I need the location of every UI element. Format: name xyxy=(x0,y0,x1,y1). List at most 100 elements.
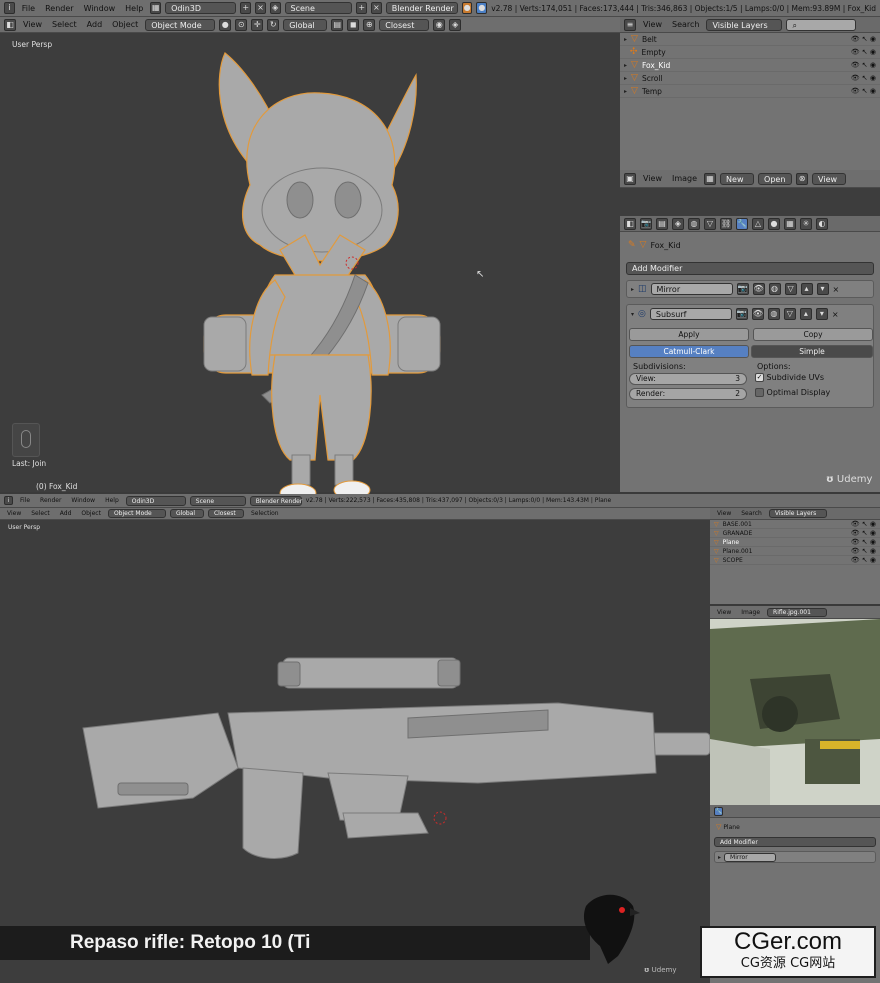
expand-icon[interactable]: ▸ xyxy=(718,854,721,861)
top-3d-viewport[interactable]: ◧ View Select Add Object Object Mode ● ⊙… xyxy=(0,17,620,503)
orientation-selector[interactable]: Global xyxy=(283,18,328,31)
menu-render[interactable]: Render xyxy=(42,4,76,13)
properties-editor-icon[interactable]: ◧ xyxy=(624,217,636,230)
texture-tab-icon[interactable]: ▦ xyxy=(784,217,796,230)
snap-icon[interactable]: ⊕ xyxy=(363,18,376,31)
particles-tab-icon[interactable]: ✳ xyxy=(800,217,812,230)
render-toggle-icon[interactable]: 📷 xyxy=(736,283,749,295)
menu-window[interactable]: Window xyxy=(81,4,119,13)
outliner-item-scroll[interactable]: ▸ ▽ Scroll 👁 ↖ ◉ xyxy=(620,72,880,85)
layers-tab-icon[interactable]: ▤ xyxy=(656,217,668,230)
outliner-search-input[interactable]: ⌕ xyxy=(786,18,857,31)
image-menu-image[interactable]: Image xyxy=(738,609,763,616)
visibility-icons[interactable]: 👁 ↖ ◉ xyxy=(851,74,880,82)
modifiers-tab-icon[interactable]: 🔧 xyxy=(714,806,723,816)
image-menu-view[interactable]: View xyxy=(640,174,665,183)
menu-file[interactable]: File xyxy=(17,497,33,504)
image-browse-icon[interactable]: ▦ xyxy=(704,172,717,185)
visibility-icons[interactable]: 👁 ↖ ◉ xyxy=(851,520,880,528)
opengl-render-icon[interactable]: ◈ xyxy=(449,18,462,31)
subsurf-name-field[interactable]: Subsurf xyxy=(649,308,732,320)
pin-icon[interactable]: ✎ xyxy=(628,240,636,250)
outliner-item-fox-kid[interactable]: ▸ ▽ Fox_Kid 👁 ↖ ◉ xyxy=(620,59,880,72)
shading-icon[interactable]: ● xyxy=(219,18,232,31)
subdivide-uvs-option[interactable]: ✓ Subdivide UVs xyxy=(755,373,824,382)
modifiers-tab-icon[interactable]: 🔧 xyxy=(736,217,748,230)
data-tab-icon[interactable]: △ xyxy=(752,217,764,230)
scene-icon[interactable]: ◈ xyxy=(269,2,281,14)
layout-grid-icon[interactable]: ▦ xyxy=(150,2,162,14)
rifle-model[interactable] xyxy=(78,648,710,868)
menu-file[interactable]: File xyxy=(19,4,38,13)
info-icon[interactable]: i xyxy=(4,496,13,505)
top-outliner[interactable]: ≡ View Search Visible Layers ⌕ ▸ ▽ Belt 👁 ↖… xyxy=(620,17,880,170)
visibility-icons[interactable]: 👁 ↖ ◉ xyxy=(851,538,880,546)
outliner-menu-view[interactable]: View xyxy=(640,20,665,29)
optimal-display-checkbox[interactable] xyxy=(755,388,764,397)
mirror-modifier-panel[interactable]: ▸ ◫ Mirror 📷 👁 ◍ ▽ ▴ ▾ × xyxy=(626,280,874,298)
visibility-icons[interactable]: 👁 ↖ ◉ xyxy=(851,35,880,43)
rifle-reference-image[interactable] xyxy=(710,619,880,805)
menu-object[interactable]: Object xyxy=(109,20,141,29)
move-up-icon[interactable]: ▴ xyxy=(800,283,813,295)
menu-add[interactable]: Add xyxy=(57,510,75,517)
menu-help[interactable]: Help xyxy=(102,497,122,504)
menu-object[interactable]: Object xyxy=(78,510,104,517)
physics-tab-icon[interactable]: ◐ xyxy=(816,217,828,230)
editmode-toggle-icon[interactable]: ◍ xyxy=(768,283,781,295)
outliner-item-scope[interactable]: ▽ SCOPE 👁 ↖ ◉ xyxy=(710,556,880,565)
visibility-icons[interactable]: 👁 ↖ ◉ xyxy=(851,556,880,564)
outliner-item-granade[interactable]: ▽ GRANADE 👁 ↖ ◉ xyxy=(710,529,880,538)
pin-icon[interactable]: ⊗ xyxy=(796,172,809,185)
layout-selector[interactable]: Odin3D xyxy=(125,495,186,506)
optimal-display-option[interactable]: Optimal Display xyxy=(755,388,830,397)
menu-add[interactable]: Add xyxy=(84,20,106,29)
render-toggle-icon[interactable]: 📷 xyxy=(735,308,748,320)
image-menu-image[interactable]: Image xyxy=(669,174,700,183)
render-levels-slider[interactable]: Render: 2 xyxy=(629,388,747,400)
subdivide-uvs-checkbox[interactable]: ✓ xyxy=(755,373,764,382)
visibility-icons[interactable]: 👁 ↖ ◉ xyxy=(851,48,880,56)
menu-view[interactable]: View xyxy=(20,20,45,29)
menu-window[interactable]: Window xyxy=(68,497,98,504)
open-image-button[interactable]: Open xyxy=(758,172,793,185)
viewport-toggle-icon[interactable]: 👁 xyxy=(751,308,764,320)
outliner-item-base[interactable]: ▽ BASE.001 👁 ↖ ◉ xyxy=(710,520,880,529)
simple-toggle[interactable]: Simple xyxy=(751,345,873,358)
apply-button[interactable]: Apply xyxy=(629,328,749,341)
render-engine-selector[interactable]: Blender Render xyxy=(385,2,458,14)
image-menu-view[interactable]: View xyxy=(714,609,734,616)
add-modifier-button[interactable]: Add Modifier xyxy=(714,837,876,847)
scene-selector[interactable]: Scene xyxy=(189,495,246,506)
image-name-field[interactable]: Rifle.jpg.001 xyxy=(767,607,828,617)
cage-toggle-icon[interactable]: ▽ xyxy=(784,283,797,295)
add-layout-icon[interactable]: + xyxy=(240,2,252,14)
view-levels-slider[interactable]: View: 3 xyxy=(629,373,747,385)
bottom-3d-viewport[interactable]: View Select Add Object Object Mode Globa… xyxy=(0,508,710,983)
catmull-clark-toggle[interactable]: Catmull-Clark xyxy=(629,345,749,358)
editmode-toggle-icon[interactable]: ◍ xyxy=(767,308,780,320)
move-up-icon[interactable]: ▴ xyxy=(799,308,812,320)
outliner-item-belt[interactable]: ▸ ▽ Belt 👁 ↖ ◉ xyxy=(620,33,880,46)
visibility-icons[interactable]: 👁 ↖ ◉ xyxy=(851,529,880,537)
close-scene-icon[interactable]: × xyxy=(371,2,382,14)
move-down-icon[interactable]: ▾ xyxy=(816,283,829,295)
orientation-selector[interactable]: Global xyxy=(169,509,204,518)
menu-view[interactable]: View xyxy=(4,510,24,517)
menu-render[interactable]: Render xyxy=(37,497,64,504)
mode-selector[interactable]: Object Mode xyxy=(107,509,166,518)
object-tab-icon[interactable]: ▽ xyxy=(704,217,716,230)
view-mode-selector[interactable]: View xyxy=(812,172,847,185)
outliner-item-plane[interactable]: ▽ Plane 👁 ↖ ◉ xyxy=(710,538,880,547)
add-modifier-button[interactable]: Add Modifier xyxy=(626,262,874,275)
collapse-icon[interactable]: ▾ xyxy=(631,311,634,318)
manipulator-icon[interactable]: ✛ xyxy=(251,18,264,31)
bottom-outliner[interactable]: View Search Visible Layers ▽ BASE.001 👁 ↖ … xyxy=(710,508,880,604)
pivot-icon[interactable]: ⊙ xyxy=(235,18,248,31)
outliner-editor-icon[interactable]: ≡ xyxy=(624,18,636,31)
editor-type-icon[interactable]: ◧ xyxy=(4,18,16,31)
outliner-item-plane-001[interactable]: ▽ Plane.001 👁 ↖ ◉ xyxy=(710,547,880,556)
render-tab-icon[interactable]: 📷 xyxy=(640,217,652,230)
render-engine-selector[interactable]: Blender Render xyxy=(249,495,302,506)
info-icon[interactable]: i xyxy=(4,2,15,14)
